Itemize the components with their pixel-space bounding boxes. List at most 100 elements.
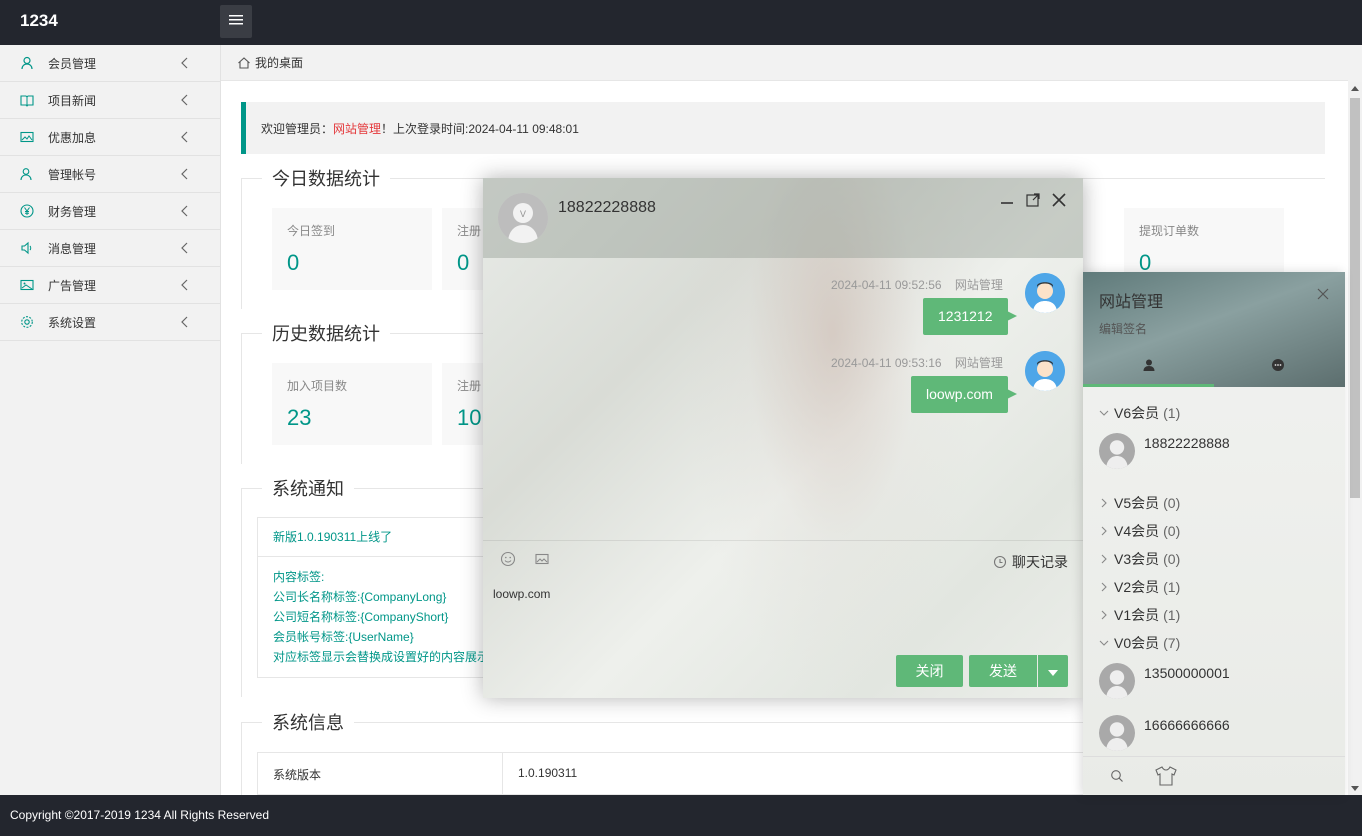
close-icon[interactable]: [1051, 192, 1067, 208]
footer: Copyright ©2017-2019 1234 All Rights Res…: [0, 795, 1362, 836]
group-count: (0): [1163, 551, 1181, 567]
close-icon[interactable]: [1317, 288, 1329, 300]
send-button[interactable]: 发送: [969, 655, 1037, 687]
user-icon: [20, 56, 34, 70]
stat-card: 今日签到 0: [272, 208, 432, 290]
sidebar-item-label: 会员管理: [48, 56, 97, 71]
sidebar-item-label: 财务管理: [48, 204, 97, 219]
friend-item[interactable]: 18822228888: [1099, 433, 1339, 473]
group-count: (1): [1163, 579, 1181, 595]
stat-label: 提现订单数: [1139, 224, 1200, 238]
clock-icon: [993, 555, 1007, 569]
scroll-up-icon[interactable]: [1351, 86, 1359, 91]
search-icon[interactable]: [1110, 769, 1124, 783]
sidebar-item-settings[interactable]: 系统设置: [0, 304, 220, 341]
chevron-right-icon: [1101, 526, 1107, 536]
group-header[interactable]: V2会员 (1): [1099, 577, 1180, 597]
group-count: (1): [1163, 405, 1181, 421]
chat-tab-icon[interactable]: [1271, 358, 1285, 372]
scroll-thumb[interactable]: [1350, 98, 1360, 498]
caret-down-icon: [1048, 670, 1058, 676]
friend-name: 16666666666: [1144, 717, 1230, 733]
stat-value: 0: [287, 250, 300, 275]
message-meta: 2024-04-11 09:53:16 网站管理: [831, 354, 1003, 371]
friend-item[interactable]: 13500000001: [1099, 663, 1339, 703]
stat-value: 23: [287, 405, 312, 430]
chevron-left-icon: [181, 168, 188, 180]
group-name: V3会员: [1114, 551, 1160, 567]
sidebar-item-label: 系统设置: [48, 315, 97, 330]
chevron-left-icon: [181, 279, 188, 291]
chat-header[interactable]: V 18822228888: [483, 178, 1083, 258]
chevron-down-icon: [1099, 410, 1109, 416]
friend-avatar: [1099, 433, 1135, 469]
sidebar-item-label: 项目新闻: [48, 93, 97, 108]
maximize-icon[interactable]: [1025, 192, 1041, 208]
stat-label: 注册: [457, 379, 482, 393]
breadcrumb-current[interactable]: 我的桌面: [255, 54, 303, 71]
send-options-button[interactable]: [1038, 655, 1068, 687]
group-count: (7): [1163, 635, 1181, 651]
group-header[interactable]: V1会员 (1): [1099, 605, 1180, 625]
emoji-icon[interactable]: [500, 551, 516, 567]
contacts-panel: 网站管理 编辑签名 V6会员 (1) 18822228888 V5会员 (0) V4…: [1083, 272, 1345, 795]
chevron-left-icon: [181, 94, 188, 106]
copyright: Copyright ©2017-2019 1234 All Rights Res…: [10, 808, 269, 822]
sidebar-item-admins[interactable]: 管理帐号: [0, 156, 220, 193]
group-name: V5会员: [1114, 495, 1160, 511]
section-title: 系统通知: [272, 479, 344, 499]
sidebar-item-label: 消息管理: [48, 241, 97, 256]
menu-toggle-button[interactable]: [220, 5, 252, 38]
welcome-prefix: 欢迎管理员：: [261, 121, 334, 136]
sidebar-item-members[interactable]: 会员管理: [0, 45, 220, 82]
friend-item[interactable]: 16666666666: [1099, 715, 1339, 755]
sidebar-item-ads[interactable]: 广告管理: [0, 267, 220, 304]
message-bubble: 1231212: [923, 298, 1016, 335]
section-title: 今日数据统计: [272, 169, 380, 189]
stat-label: 加入项目数: [287, 379, 348, 393]
image-icon: [20, 130, 34, 144]
group-header[interactable]: V4会员 (0): [1099, 521, 1180, 541]
sidebar-item-interest[interactable]: 优惠加息: [0, 119, 220, 156]
speaker-icon: [20, 241, 34, 255]
message-input[interactable]: loowp.com: [493, 587, 550, 601]
image-upload-icon[interactable]: [534, 551, 550, 567]
svg-text:V: V: [520, 210, 527, 220]
group-header[interactable]: V0会员 (7): [1099, 633, 1180, 653]
group-header[interactable]: V6会员 (1): [1099, 403, 1180, 423]
group-header[interactable]: V5会员 (0): [1099, 493, 1180, 513]
friend-name: 13500000001: [1144, 665, 1230, 681]
group-header[interactable]: V3会员 (0): [1099, 549, 1180, 569]
admin-name: 网站管理: [333, 121, 382, 136]
sender-avatar: [1025, 351, 1065, 391]
sidebar-item-finance[interactable]: 财务管理: [0, 193, 220, 230]
stat-value: 0: [457, 250, 470, 275]
chevron-left-icon: [181, 242, 188, 254]
skin-icon[interactable]: [1154, 766, 1178, 786]
panel-header: 网站管理 编辑签名: [1083, 272, 1345, 387]
chat-history-button[interactable]: 聊天记录: [993, 552, 1068, 572]
active-tab-indicator: [1083, 384, 1214, 387]
home-icon: [238, 56, 250, 69]
scroll-down-icon[interactable]: [1351, 786, 1359, 791]
user-group-icon: [20, 167, 34, 181]
close-chat-button[interactable]: 关闭: [896, 655, 963, 687]
chevron-left-icon: [181, 131, 188, 143]
minimize-icon[interactable]: [999, 192, 1015, 208]
page-scrollbar[interactable]: [1348, 82, 1362, 795]
sender-avatar: [1025, 273, 1065, 313]
chevron-right-icon: [1101, 582, 1107, 592]
message-sender: 网站管理: [954, 356, 1003, 370]
group-name: V6会员: [1114, 405, 1160, 421]
sidebar-item-label: 广告管理: [48, 278, 97, 293]
group-name: V2会员: [1114, 579, 1160, 595]
message-sender: 网站管理: [954, 278, 1003, 292]
group-name: V4会员: [1114, 523, 1160, 539]
chevron-left-icon: [181, 205, 188, 217]
sidebar-item-news[interactable]: 项目新闻: [0, 82, 220, 119]
friends-tab-icon[interactable]: [1142, 358, 1156, 372]
friend-avatar: [1099, 663, 1135, 699]
stat-label: 今日签到: [287, 224, 336, 238]
edit-signature[interactable]: 编辑签名: [1099, 320, 1147, 337]
sidebar-item-messages[interactable]: 消息管理: [0, 230, 220, 267]
